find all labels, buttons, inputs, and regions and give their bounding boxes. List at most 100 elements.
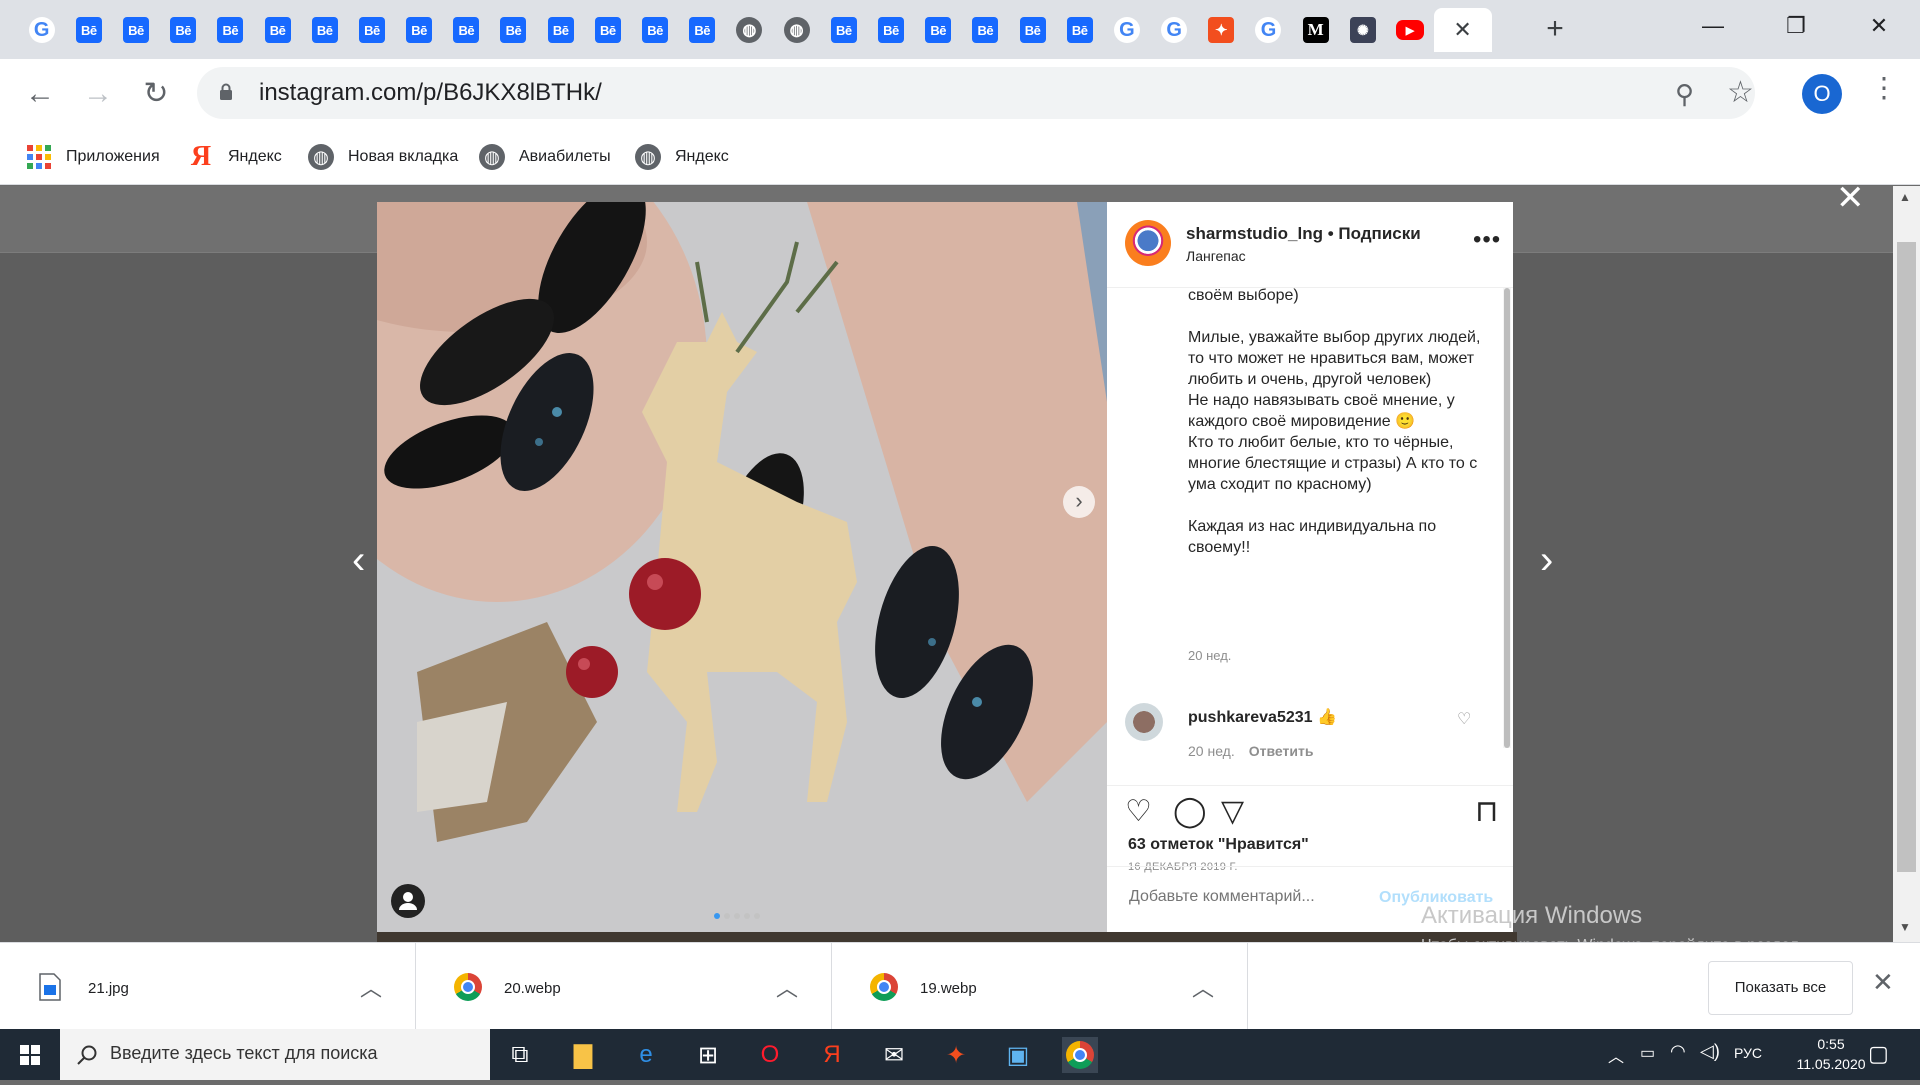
bookmark-avia[interactable]: ◍ Авиабилеты [479, 141, 611, 173]
browser-tab[interactable]: Bē [396, 8, 443, 52]
zoom-icon[interactable]: ⚲ [1675, 79, 1694, 110]
page-scrollbar[interactable]: ▲ ▼ [1893, 186, 1920, 942]
like-heart-icon[interactable]: ♡ [1125, 794, 1152, 829]
download-item[interactable]: 20.webp ︿ [416, 943, 832, 1030]
task-view-icon[interactable]: ⧉ [502, 1037, 538, 1073]
comment-timestamp[interactable]: 20 нед. [1188, 743, 1235, 759]
new-tab-button[interactable]: + [1535, 9, 1575, 49]
browser-tab[interactable]: G [1103, 8, 1150, 52]
taskbar-search[interactable]: Введите здесь текст для поиска [60, 1029, 490, 1080]
wifi-icon[interactable]: ◠ [1670, 1041, 1686, 1062]
browser-tab[interactable]: G [18, 8, 65, 52]
likes-count[interactable]: 63 отметок "Нравится" [1128, 836, 1309, 854]
comments-scrollbar[interactable] [1503, 288, 1511, 748]
browser-tab[interactable]: Bē [1009, 8, 1056, 52]
address-bar[interactable]: instagram.com/p/B6JKX8lBTHk/ ⚲ ☆ [197, 67, 1755, 119]
browser-tab[interactable]: M [1292, 8, 1339, 52]
chevron-up-icon[interactable]: ︿ [776, 971, 798, 1003]
restore-button[interactable]: ❐ [1773, 8, 1819, 44]
figma-icon[interactable]: ✦ [938, 1037, 974, 1073]
browser-tab[interactable]: G [1245, 8, 1292, 52]
browser-tab[interactable]: Bē [1056, 8, 1103, 52]
comment-like-icon[interactable]: ♡ [1457, 709, 1471, 729]
browser-tab[interactable]: Bē [301, 8, 348, 52]
profile-avatar[interactable]: O [1802, 74, 1842, 114]
browser-tab[interactable]: ◍ [726, 8, 773, 52]
file-explorer-icon[interactable]: ▇ [565, 1037, 601, 1073]
bookmark-yandex[interactable]: Я Яндекс [188, 141, 282, 173]
caption-timestamp[interactable]: 20 нед. [1188, 648, 1231, 663]
clock-time[interactable]: 0:55 [1796, 1036, 1866, 1052]
browser-tab[interactable]: Bē [490, 8, 537, 52]
browser-tab[interactable]: ✺ [1339, 8, 1386, 52]
scroll-down-icon[interactable]: ▼ [1899, 920, 1911, 934]
bookmark-yandex-2[interactable]: ◍ Яндекс [635, 141, 729, 173]
next-post-arrow[interactable]: › [1540, 538, 1553, 583]
browser-tab[interactable]: ▶ [1386, 8, 1433, 52]
opera-icon[interactable]: O [752, 1037, 788, 1073]
photos-icon[interactable]: ▣ [1000, 1037, 1036, 1073]
browser-tab[interactable]: Bē [537, 8, 584, 52]
browser-tab[interactable]: Bē [820, 8, 867, 52]
more-options-icon[interactable]: ••• [1473, 226, 1501, 254]
author-avatar[interactable] [1125, 220, 1171, 266]
language-indicator[interactable]: РУС [1734, 1045, 1762, 1061]
reload-button[interactable]: ↻ [136, 74, 176, 114]
browser-tab[interactable]: Bē [631, 8, 678, 52]
photo-next-button[interactable]: › [1063, 486, 1095, 518]
reply-button[interactable]: Ответить [1249, 743, 1314, 759]
show-all-downloads-button[interactable]: Показать все [1708, 961, 1853, 1015]
follow-status-button[interactable]: Подписки [1338, 224, 1420, 243]
yandex-browser-icon[interactable]: Я [814, 1037, 850, 1073]
browser-tab[interactable]: Bē [348, 8, 395, 52]
close-downloads-icon[interactable]: ✕ [1872, 967, 1894, 998]
chevron-up-icon[interactable]: ︿ [1192, 971, 1214, 1003]
commenter-avatar[interactable] [1125, 703, 1163, 741]
browser-tab[interactable]: G [1151, 8, 1198, 52]
scroll-up-icon[interactable]: ▲ [1899, 190, 1911, 204]
notifications-icon[interactable]: ▢ [1868, 1041, 1889, 1067]
modal-close-icon[interactable]: ✕ [1836, 186, 1865, 218]
bookmark-new-tab[interactable]: ◍ Новая вкладка [308, 141, 458, 173]
scrollbar-thumb[interactable] [1504, 288, 1510, 748]
lock-icon[interactable] [219, 83, 233, 101]
browser-tab[interactable]: Bē [584, 8, 631, 52]
comment-input[interactable] [1127, 887, 1387, 907]
post-location[interactable]: Лангепас [1186, 248, 1246, 264]
active-tab[interactable]: ✕ [1433, 8, 1492, 52]
edge-icon[interactable]: e [628, 1037, 664, 1073]
chrome-taskbar-icon[interactable] [1062, 1037, 1098, 1073]
bookmark-star-icon[interactable]: ☆ [1727, 75, 1754, 110]
browser-tab[interactable]: Bē [65, 8, 112, 52]
browser-tab[interactable]: ◍ [773, 8, 820, 52]
volume-icon[interactable]: ◁) [1700, 1041, 1720, 1062]
author-username[interactable]: sharmstudio_lng [1186, 224, 1323, 243]
battery-icon[interactable]: ▭ [1640, 1043, 1655, 1063]
prev-post-arrow[interactable]: ‹ [352, 538, 365, 583]
browser-tab[interactable]: Bē [207, 8, 254, 52]
comment-icon[interactable]: ◯ [1173, 794, 1207, 829]
browser-tab[interactable]: Bē [679, 8, 726, 52]
start-button[interactable] [0, 1029, 60, 1080]
browser-tab[interactable]: Bē [112, 8, 159, 52]
tagged-user-icon[interactable] [391, 884, 425, 918]
browser-tab[interactable]: Bē [915, 8, 962, 52]
share-send-icon[interactable]: ▽ [1221, 794, 1244, 829]
back-button[interactable]: ← [20, 74, 60, 114]
mail-icon[interactable]: ✉ [876, 1037, 912, 1073]
forward-button[interactable]: → [78, 74, 118, 114]
browser-tab[interactable]: Bē [254, 8, 301, 52]
save-bookmark-icon[interactable]: ⊓ [1475, 794, 1498, 829]
minimize-button[interactable]: — [1690, 8, 1736, 44]
download-item[interactable]: 21.jpg ︿ [0, 943, 416, 1030]
close-tab-icon[interactable]: ✕ [1453, 17, 1471, 43]
chevron-up-icon[interactable]: ︿ [1608, 1043, 1624, 1067]
post-photo[interactable]: › [377, 202, 1107, 932]
bookmark-apps[interactable]: Приложения [26, 141, 160, 173]
browser-tab[interactable]: Bē [443, 8, 490, 52]
browser-tab[interactable]: Bē [867, 8, 914, 52]
scrollbar-thumb[interactable] [1897, 242, 1916, 872]
browser-menu-icon[interactable]: ⋮ [1870, 71, 1898, 104]
chevron-up-icon[interactable]: ︿ [360, 971, 382, 1003]
commenter-username[interactable]: pushkareva5231 [1188, 709, 1313, 726]
